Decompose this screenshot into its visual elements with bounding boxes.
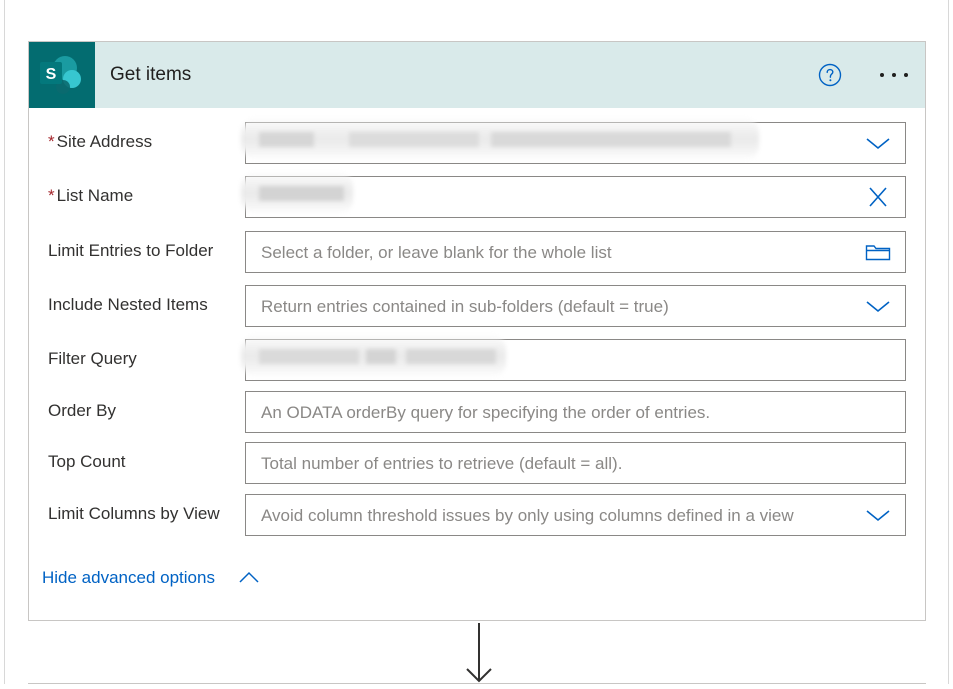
chevron-up-icon[interactable]	[238, 570, 260, 586]
top-count-label: Top Count	[48, 452, 126, 471]
chevron-down-icon[interactable]	[865, 295, 891, 317]
redacted-value	[241, 171, 353, 215]
order-by-input[interactable]: An ODATA orderBy query for specifying th…	[245, 391, 906, 433]
order-by-label: Order By	[48, 401, 117, 420]
sharepoint-logo: S	[29, 42, 95, 108]
list-name-dropdown[interactable]	[241, 171, 906, 218]
required-marker: *	[48, 132, 55, 151]
include-nested-items-placeholder: Return entries contained in sub-folders …	[261, 297, 669, 316]
action-title[interactable]: Get items	[110, 64, 191, 86]
limit-columns-by-view-label: Limit Columns by View	[48, 504, 220, 523]
action-card: S Get items * Site Address * List Name L…	[28, 41, 926, 621]
include-nested-items-dropdown[interactable]: Return entries contained in sub-folders …	[245, 285, 906, 327]
order-by-placeholder: An ODATA orderBy query for specifying th…	[261, 403, 711, 422]
redacted-value	[241, 117, 759, 161]
site-address-dropdown[interactable]	[241, 117, 906, 164]
folder-picker-placeholder: Select a folder, or leave blank for the …	[261, 243, 612, 262]
field-site-address: * Site Address	[29, 117, 925, 164]
svg-text:S: S	[46, 66, 57, 83]
field-filter-query: Filter Query	[29, 334, 925, 381]
action-card-header[interactable]: S Get items	[29, 42, 925, 108]
limit-columns-by-view-dropdown[interactable]: Avoid column threshold issues by only us…	[245, 494, 906, 536]
field-order-by: Order By An ODATA orderBy query for spec…	[29, 391, 925, 433]
limit-entries-to-folder-label: Limit Entries to Folder	[48, 241, 214, 260]
required-marker: *	[48, 186, 55, 205]
sharepoint-logo-icon: S	[40, 55, 81, 94]
folder-icon[interactable]	[865, 241, 891, 263]
help-circle-icon[interactable]	[818, 63, 842, 87]
field-list-name: * List Name	[29, 171, 925, 218]
close-icon[interactable]	[865, 186, 891, 208]
top-count-input[interactable]: Total number of entries to retrieve (def…	[245, 442, 906, 484]
field-top-count: Top Count Total number of entries to ret…	[29, 442, 925, 484]
field-limit-columns-by-view: Limit Columns by View Avoid column thres…	[29, 494, 925, 536]
arrow-down-icon	[464, 623, 494, 684]
canvas-border-right	[948, 0, 949, 684]
list-name-label: * List Name	[48, 186, 134, 205]
hide-advanced-options-link[interactable]: Hide advanced options	[42, 568, 215, 588]
field-limit-entries-to-folder: Limit Entries to Folder Select a folder,…	[29, 231, 925, 273]
more-ellipsis-icon[interactable]	[875, 63, 915, 87]
limit-columns-by-view-placeholder: Avoid column threshold issues by only us…	[261, 506, 794, 525]
field-include-nested-items: Include Nested Items Return entries cont…	[29, 285, 925, 327]
chevron-down-icon[interactable]	[865, 504, 891, 526]
folder-picker-input[interactable]: Select a folder, or leave blank for the …	[245, 231, 906, 273]
canvas-border-left	[4, 0, 5, 684]
top-count-placeholder: Total number of entries to retrieve (def…	[261, 454, 623, 473]
include-nested-items-label: Include Nested Items	[48, 295, 208, 314]
filter-query-label: Filter Query	[48, 349, 137, 368]
redacted-value	[241, 334, 506, 378]
site-address-label: * Site Address	[48, 132, 153, 151]
filter-query-input[interactable]	[241, 334, 906, 381]
chevron-down-icon[interactable]	[865, 132, 891, 154]
